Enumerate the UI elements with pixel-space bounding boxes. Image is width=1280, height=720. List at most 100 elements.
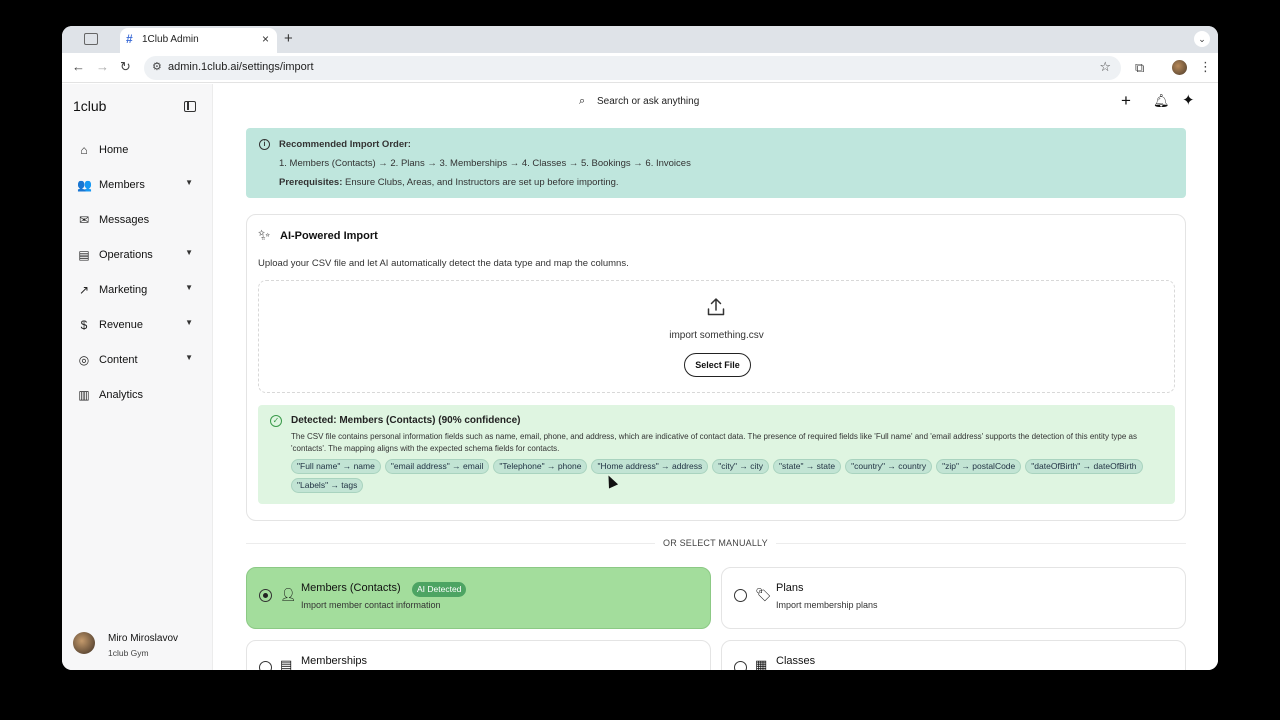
user-profile[interactable]: Miro Miroslavov 1club Gym [73,630,208,662]
tab-search-icon[interactable] [84,33,98,45]
option-members-contacts[interactable]: 👤︎ Members (Contacts) AI Detected Import… [246,567,711,629]
mapping-chip: "Telephone" → phone [493,459,588,474]
option-title: Members (Contacts) [301,582,401,594]
mapping-chip: "Full name" → name [291,459,381,474]
chevron-down-icon[interactable]: ▼ [185,248,193,257]
mapping-chips: "Full name" → name "email address" → ema… [291,459,1151,493]
import-order-banner: i Recommended Import Order: 1. Members (… [246,128,1186,198]
tab-list-chevron-icon[interactable]: ⌄ [1194,31,1210,47]
mail-icon: ✉ [78,213,90,227]
chevron-down-icon[interactable]: ▼ [185,283,193,292]
back-icon[interactable]: ← [72,59,85,74]
new-tab-icon[interactable]: + [284,30,293,47]
option-plans[interactable]: 🏷︎ Plans Import membership plans [721,567,1186,629]
mapping-chip: "city" → city [712,459,769,474]
calendar-icon: ▦ [755,657,768,670]
hash-favicon-icon: # [126,32,133,46]
select-file-button[interactable]: Select File [684,353,751,377]
chart-icon: ▥ [78,388,90,402]
ai-sparkle-icon[interactable]: ✦ [1182,91,1195,109]
chevron-down-icon[interactable]: ▼ [185,353,193,362]
sidebar-item-label: Content [99,354,138,366]
sidebar-item-label: Home [99,144,129,156]
sidebar-item-home[interactable]: ⌂ Home [77,140,199,162]
option-title: Memberships [301,655,368,667]
sidebar-item-label: Revenue [99,319,144,331]
detection-result: ✓ Detected: Members (Contacts) (90% conf… [258,405,1175,504]
mapping-chip: "country" → country [845,459,933,474]
person-icon: 👤︎ [280,587,297,602]
import-order-text: 1. Members (Contacts) → 2. Plans → 3. Me… [279,158,691,169]
sidebar-item-messages[interactable]: ✉ Messages [77,210,199,232]
tab-title: 1Club Admin [142,34,199,45]
avatar [73,632,95,654]
home-icon: ⌂ [80,143,88,157]
ai-detected-badge: AI Detected [412,582,467,597]
radio-button[interactable] [734,661,747,670]
ai-import-card: ✨︎ AI-Powered Import Upload your CSV fil… [246,214,1186,521]
search-icon[interactable]: ⌕ [579,95,585,108]
file-dropzone[interactable]: import something.csv Select File [258,280,1175,393]
bookmark-star-icon[interactable]: ☆ [1099,59,1111,75]
site-settings-icon[interactable]: ⚙ [152,60,162,73]
extensions-icon[interactable]: ⧉ [1135,60,1144,76]
or-select-manually-label: OR SELECT MANUALLY [655,538,776,548]
main-content: ⌕ Search or ask anything + 🔔︎ ✦ i Recomm… [214,84,1218,670]
sidebar-item-content[interactable]: ◎ Content ▼ [77,350,199,372]
sidebar: 1club ⌂ Home 👥 Members ▼ ✉ Messages ▤ Op… [62,84,213,670]
sidebar-item-label: Operations [99,249,153,261]
top-bar: ⌕ Search or ask anything + 🔔︎ ✦ [214,84,1218,118]
banner-title: Recommended Import Order: [279,139,411,150]
mapping-chip: "email address" → email [384,459,490,474]
brand-logo[interactable]: 1club [73,98,106,114]
prerequisites-text: Prerequisites: Ensure Clubs, Areas, and … [279,177,619,188]
prerequisites-body: Ensure Clubs, Areas, and Instructors are… [342,177,619,188]
dollar-icon: $ [80,318,88,332]
detection-title: Detected: Members (Contacts) (90% confid… [291,415,521,426]
search-input[interactable]: Search or ask anything [597,96,699,107]
option-description: Import member contact information [301,600,441,610]
reload-icon[interactable]: ↻ [120,59,131,75]
globe-icon: ◎ [78,353,90,367]
browser-tab[interactable]: # 1Club Admin × [120,28,277,53]
radio-button[interactable] [734,589,747,602]
sidebar-item-revenue[interactable]: $ Revenue ▼ [77,315,199,337]
option-memberships[interactable]: ▤ Memberships [246,640,711,670]
mapping-chip: "Labels" → tags [291,478,364,493]
profile-avatar[interactable] [1172,60,1187,75]
tab-close-icon[interactable]: × [262,32,269,46]
radio-button[interactable] [259,589,272,602]
option-title: Classes [776,655,816,667]
detection-explanation: The CSV file contains personal informati… [291,432,1137,453]
sidebar-item-members[interactable]: 👥 Members ▼ [77,175,199,197]
sidebar-item-operations[interactable]: ▤ Operations ▼ [77,245,199,267]
browser-toolbar: ← → ↻ ⚙ admin.1club.ai/settings/import ☆… [62,53,1218,83]
mapping-chip: "state" → state [773,459,842,474]
browser-menu-icon[interactable]: ⋮ [1199,59,1212,75]
mapping-chip: "Home address" → address [591,459,709,474]
sidebar-item-label: Marketing [99,284,148,296]
app: 1club ⌂ Home 👥 Members ▼ ✉ Messages ▤ Op… [62,84,1218,670]
trend-icon: ↗ [78,283,90,297]
selected-file-name: import something.csv [669,330,764,341]
bell-icon[interactable]: 🔔︎ [1153,93,1170,109]
sidebar-item-label: Analytics [99,389,144,401]
sidebar-item-label: Messages [99,214,150,226]
chevron-down-icon[interactable]: ▼ [185,178,193,187]
sidebar-toggle-icon[interactable] [184,101,196,112]
sidebar-item-marketing[interactable]: ↗ Marketing ▼ [77,280,199,302]
forward-icon[interactable]: → [96,59,109,74]
chevron-down-icon[interactable]: ▼ [185,318,193,327]
ai-import-description: Upload your CSV file and let AI automati… [258,258,629,269]
address-bar[interactable]: ⚙ admin.1club.ai/settings/import ☆ [144,56,1121,80]
option-classes[interactable]: ▦ Classes [721,640,1186,670]
sidebar-item-analytics[interactable]: ▥ Analytics [77,385,199,407]
tag-icon: 🏷︎ [755,587,772,602]
browser-window: # 1Club Admin × + ⌄ ← → ↻ ⚙ admin.1club.… [62,26,1218,670]
plus-icon[interactable]: + [1121,91,1131,111]
tab-strip: # 1Club Admin × + ⌄ [62,26,1218,53]
radio-button[interactable] [259,661,272,670]
card-icon: ▤ [280,657,293,670]
url-text[interactable]: admin.1club.ai/settings/import [168,61,314,73]
clipboard-icon: ▤ [78,248,90,262]
